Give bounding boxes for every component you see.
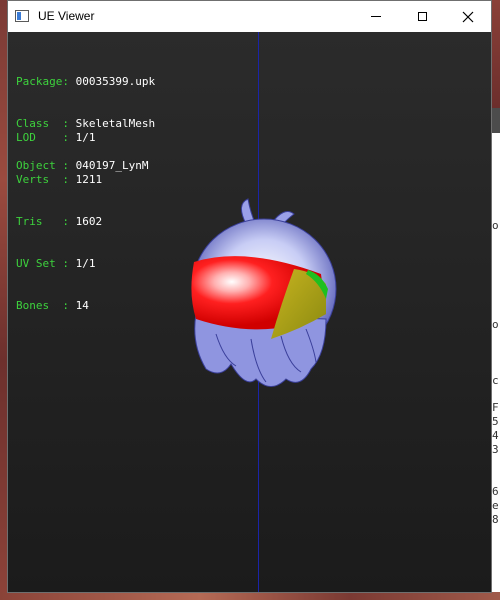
background-bar bbox=[492, 108, 500, 133]
info-label: LOD bbox=[16, 131, 63, 144]
info-row-verts: Verts : 1211 bbox=[16, 173, 103, 186]
info-label: UV Set bbox=[16, 257, 63, 270]
info-value: 1/1 bbox=[75, 257, 96, 270]
ue-viewer-window[interactable]: UE Viewer Package: 00035399.upk Class : … bbox=[7, 0, 492, 593]
info-label: Verts bbox=[16, 173, 63, 186]
info-row-uvset: UV Set : 1/1 bbox=[16, 257, 96, 270]
close-icon bbox=[462, 11, 474, 22]
title-bar[interactable]: UE Viewer bbox=[8, 1, 491, 32]
info-value: 00035399.upk bbox=[75, 75, 156, 88]
info-row-tris: Tris : 1602 bbox=[16, 215, 103, 228]
background-window-right: o o c F 5 4 3 6 e 8 bbox=[492, 0, 500, 600]
background-text: 5 bbox=[492, 415, 499, 428]
info-value: 14 bbox=[75, 299, 89, 312]
background-text: 3 bbox=[492, 443, 499, 456]
maximize-button[interactable] bbox=[399, 1, 445, 32]
info-label: Tris bbox=[16, 215, 63, 228]
background-text: F bbox=[492, 401, 499, 414]
background-text: c bbox=[492, 374, 499, 387]
skeletal-mesh-render[interactable] bbox=[176, 194, 346, 404]
mesh-stats: LOD : 1/1 Verts : 1211 Tris : 1602 UV Se… bbox=[16, 103, 102, 341]
background-strip bbox=[492, 0, 500, 108]
info-value: 1602 bbox=[75, 215, 103, 228]
info-label: Package bbox=[16, 75, 63, 88]
background-text: o bbox=[492, 219, 499, 232]
background-text: 4 bbox=[492, 429, 499, 442]
minimize-button[interactable] bbox=[353, 1, 399, 32]
background-text: 8 bbox=[492, 513, 499, 526]
3d-viewport[interactable]: Package: 00035399.upk Class : SkeletalMe… bbox=[8, 32, 491, 592]
window-title: UE Viewer bbox=[38, 9, 95, 23]
background-text: o bbox=[492, 318, 499, 331]
close-button[interactable] bbox=[445, 1, 491, 32]
info-label: Bones bbox=[16, 299, 63, 312]
info-value: 1211 bbox=[75, 173, 103, 186]
app-window-icon[interactable] bbox=[15, 10, 29, 22]
background-text: 6 bbox=[492, 485, 499, 498]
info-row-lod: LOD : 1/1 bbox=[16, 131, 96, 144]
info-row-package: Package: 00035399.upk bbox=[16, 75, 156, 88]
minimize-icon bbox=[371, 16, 381, 17]
desktop-background-bottom bbox=[0, 592, 500, 600]
background-text: e bbox=[492, 499, 499, 512]
info-value: 1/1 bbox=[75, 131, 96, 144]
maximize-icon bbox=[417, 12, 427, 21]
info-row-bones: Bones : 14 bbox=[16, 299, 89, 312]
